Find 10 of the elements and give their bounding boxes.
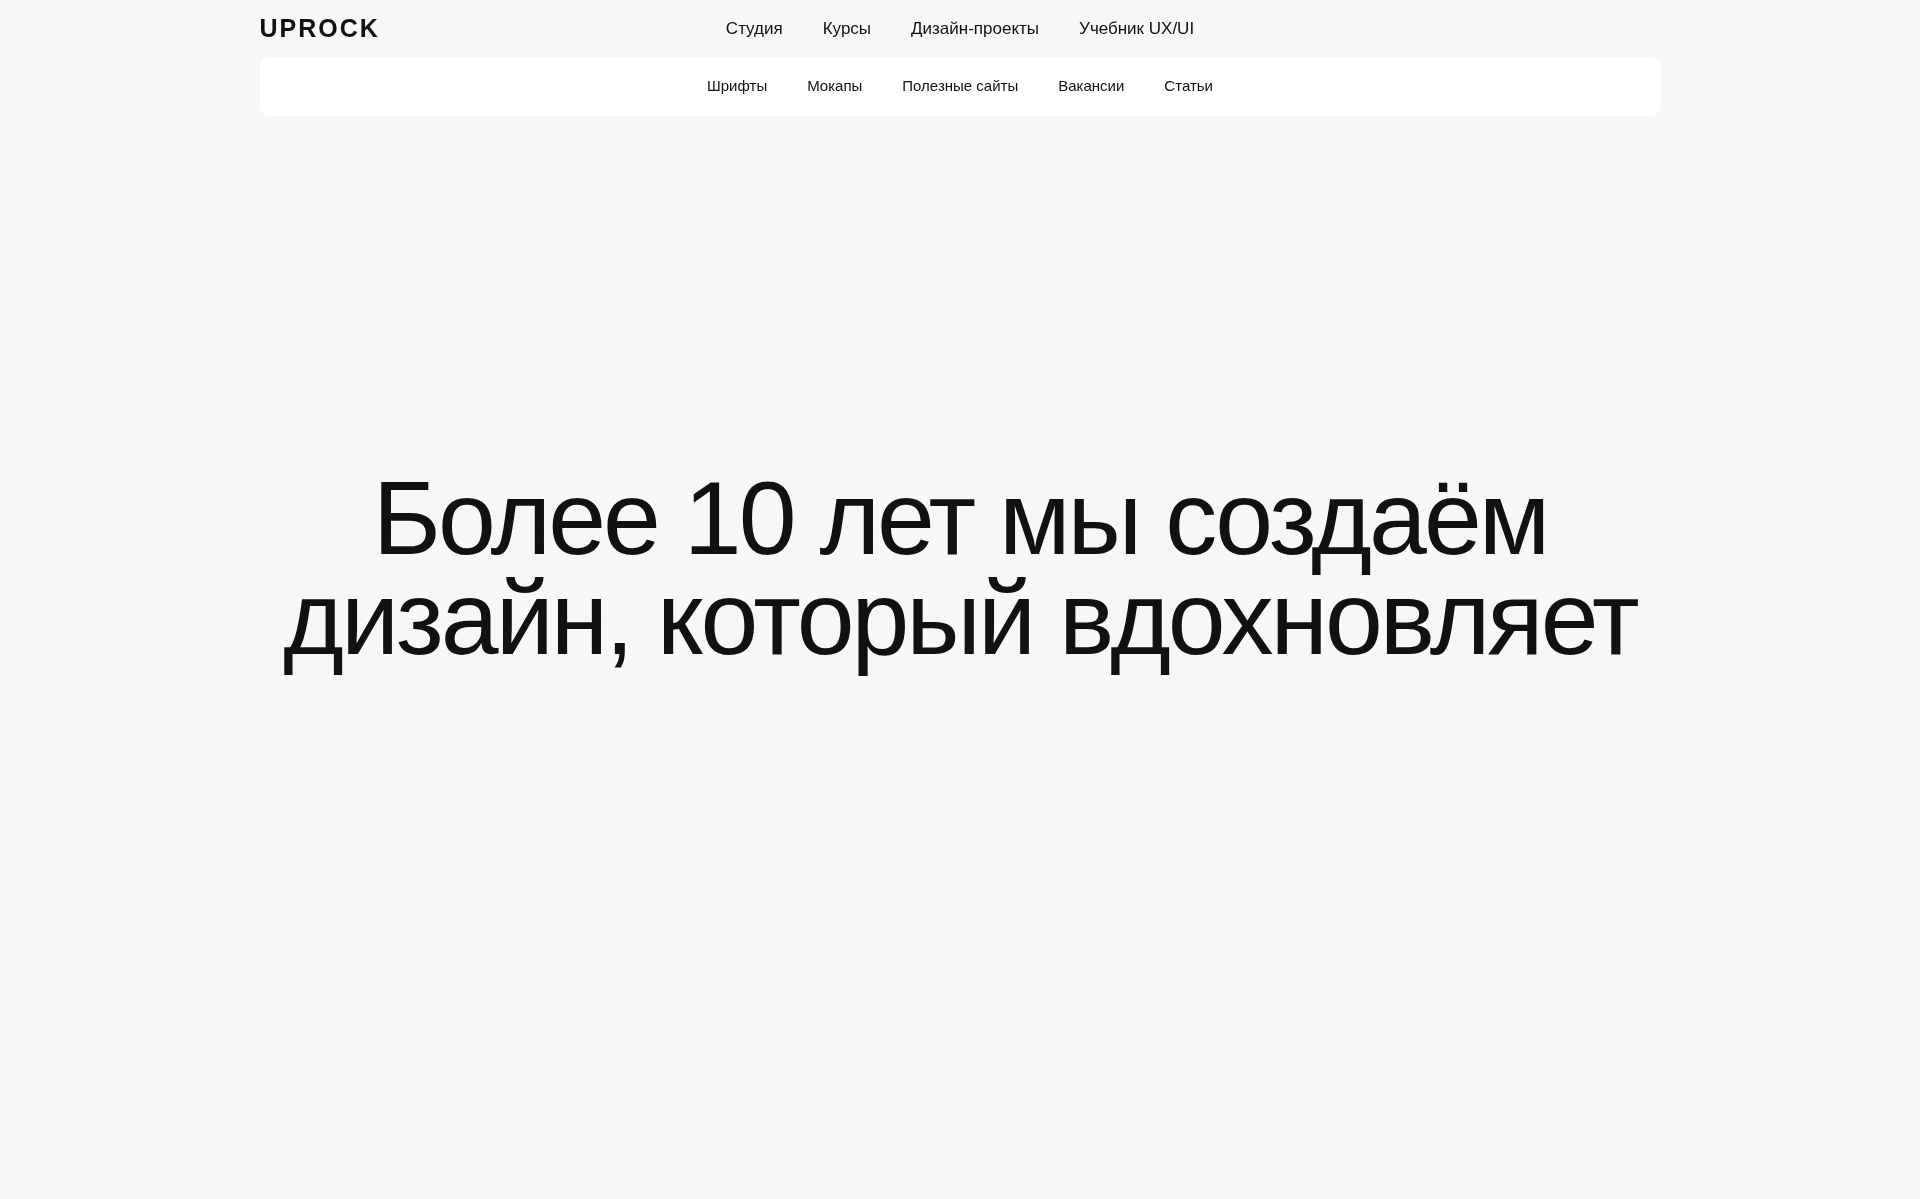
- nav-link[interactable]: Студия: [725, 15, 783, 42]
- subnav-link[interactable]: Вакансии: [1058, 75, 1125, 98]
- subnav-link[interactable]: Статьи: [1164, 75, 1213, 98]
- nav-link[interactable]: Курсы: [822, 15, 872, 42]
- subnav-link[interactable]: Мокапы: [807, 75, 863, 98]
- nav-link[interactable]: Учебник UX/UI: [1079, 15, 1195, 42]
- subnav-link[interactable]: Полезные сайты: [902, 75, 1019, 98]
- nav-link[interactable]: Дизайн-проекты: [911, 15, 1040, 42]
- subnav-link[interactable]: Шрифты: [707, 75, 768, 98]
- logo[interactable]: UPROCK: [259, 16, 380, 41]
